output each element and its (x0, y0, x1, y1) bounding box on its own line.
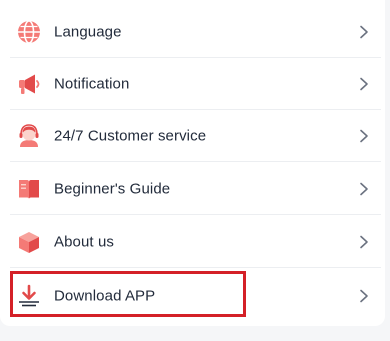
menu-item-about-us[interactable]: About us (10, 216, 381, 268)
divider (10, 267, 381, 268)
menu-item-label: Notification (54, 75, 130, 93)
menu-item-notification[interactable]: Notification (10, 58, 381, 110)
chevron-right-icon (360, 77, 368, 91)
menu-item-label: Beginner's Guide (54, 180, 171, 198)
chevron-right-icon (360, 235, 368, 249)
divider (10, 161, 381, 162)
highlight-box (10, 271, 246, 317)
cube-icon (19, 232, 39, 253)
menu-item-label: About us (54, 233, 115, 251)
menu-item-label: Language (54, 23, 122, 41)
menu-item-language[interactable]: Language (10, 6, 381, 58)
megaphone-icon (19, 74, 40, 94)
globe-icon (18, 20, 40, 44)
divider (10, 214, 381, 215)
chevron-right-icon (360, 129, 368, 143)
menu-item-beginners-guide[interactable]: Beginner's Guide (10, 163, 381, 215)
chevron-right-icon (360, 182, 368, 196)
headset-agent-icon (19, 124, 39, 147)
menu-item-label: 24/7 Customer service (54, 127, 207, 145)
chevron-right-icon (360, 289, 368, 303)
book-icon (19, 180, 39, 199)
menu-item-customer-service[interactable]: 24/7 Customer service (10, 110, 381, 162)
chevron-right-icon (360, 25, 368, 39)
